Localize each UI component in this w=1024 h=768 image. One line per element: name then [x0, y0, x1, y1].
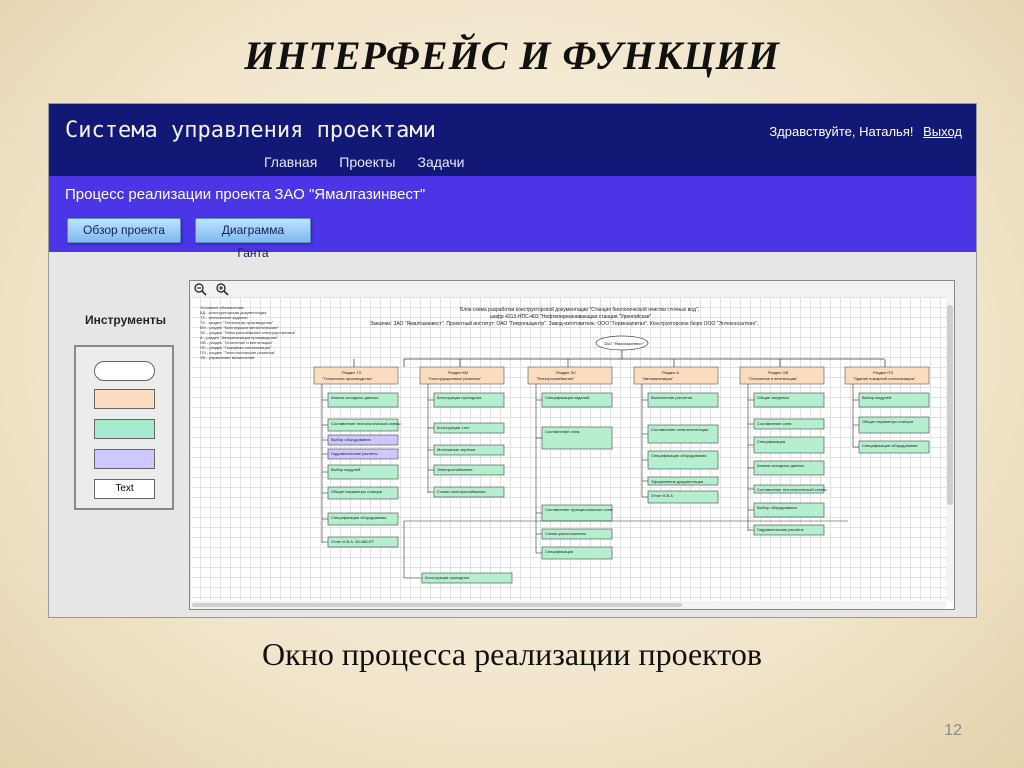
process-node-label: Отчет К.В.А. 06-086-ЕТ: [331, 539, 375, 544]
logout-link[interactable]: Выход: [923, 124, 962, 139]
process-node-label: Выбор модулей: [331, 467, 360, 472]
top-node-label: ЗАО "Ямалгазинвест": [604, 341, 645, 346]
vertical-scrollbar[interactable]: [946, 297, 954, 601]
user-greeting-area: Здравствуйте, Наталья! Выход: [769, 124, 962, 139]
tool-section-shape[interactable]: [94, 389, 155, 409]
slide-title: ИНТЕРФЕЙС И ФУНКЦИИ: [244, 33, 780, 78]
process-node-label: Спецификация: [545, 549, 573, 554]
app-window: Система управления проектами Здравствуйт…: [48, 103, 977, 618]
process-node-label: Электроснабжение: [437, 467, 473, 472]
process-node-label: Конструкции проходных: [437, 395, 481, 400]
process-node-label: Конструкции стен: [437, 425, 470, 430]
diagram-canvas[interactable]: Условные обозначения: КД - конструкторска…: [189, 280, 955, 610]
gantt-chart-button[interactable]: Диаграмма Ганта: [195, 218, 311, 260]
nav-item-tasks[interactable]: Задачи: [417, 154, 464, 170]
zoom-toolbar: [190, 281, 954, 297]
process-node-label: Составление функциональных схем: [545, 507, 613, 512]
process-node-label: Выполнение расчетов: [651, 395, 692, 400]
process-node-label: Составление схем вентиляции: [651, 427, 708, 432]
process-node-label: Выбор модулей: [862, 395, 891, 400]
section-node-subtitle: "Конструкционные решения": [428, 376, 482, 381]
app-title: Система управления проектами: [65, 118, 436, 143]
greeting-text: Здравствуйте, Наталья!: [769, 124, 914, 139]
nav-item-projects[interactable]: Проекты: [339, 154, 395, 170]
process-node-label: Оформление документации: [651, 479, 703, 484]
tool-subprocess-shape[interactable]: [94, 449, 155, 469]
process-node-label: Составление технологической схемы: [757, 487, 827, 492]
section-node-label: Раздел ТХ: [342, 370, 362, 375]
process-node-label: Схемы расположения: [545, 531, 586, 536]
main-nav: Главная Проекты Задачи: [264, 154, 465, 170]
vertical-scroll-thumb[interactable]: [947, 305, 953, 505]
diagram-grid: Условные обозначения: КД - конструкторска…: [190, 297, 946, 601]
tools-palette: Text: [74, 345, 174, 510]
section-node-label: Раздел А: [662, 370, 679, 375]
project-overview-button[interactable]: Обзор проекта: [67, 218, 181, 243]
tools-label: Инструменты: [85, 313, 167, 327]
process-node-label: Составление схем: [757, 421, 792, 426]
section-node-label: Раздел ОВ: [768, 370, 788, 375]
process-node-label: Анализ исходных данных: [757, 463, 804, 468]
process-node-label: Выбор оборудования: [331, 437, 371, 442]
process-node-label: Спецификация: [757, 439, 785, 444]
horizontal-scrollbar[interactable]: [190, 601, 946, 609]
section-node-subtitle: "Автоматизация": [642, 376, 674, 381]
process-node-label: Общие параметры станции: [862, 419, 913, 424]
zoom-in-icon[interactable]: [215, 282, 229, 296]
process-node-label: Конструкции проходных: [425, 575, 469, 580]
app-header: Система управления проектами Здравствуйт…: [49, 104, 976, 176]
process-node-label: Выбор оборудования: [757, 505, 797, 510]
process-node-label: Спецификация оборудования: [862, 443, 917, 448]
process-node-label: Схемы электроснабжения: [437, 489, 486, 494]
section-node-subtitle: "Электроснабжение": [536, 376, 575, 381]
tool-process-shape[interactable]: [94, 419, 155, 439]
zoom-out-icon[interactable]: [193, 282, 207, 296]
process-node-label: Монтажные чертежи: [437, 447, 475, 452]
slide-caption: Окно процесса реализации проектов: [262, 636, 762, 672]
nav-item-home[interactable]: Главная: [264, 154, 317, 170]
process-node-label: Спецификация оборудования: [651, 453, 706, 458]
process-node-label: Гидравлические расчеты: [757, 527, 804, 532]
process-node-label: Анализ исходных данных: [331, 395, 378, 400]
section-node-label: Раздел ПЭ: [873, 370, 893, 375]
flowchart: ЗАО "Ямалгазинвест" Раздел ТХ"Технология …: [313, 335, 930, 584]
process-node-label: Отчет К.В.А: [651, 493, 673, 498]
process-node-label: Спецификация изделий: [545, 395, 589, 400]
process-node-label: Составление схем: [545, 429, 580, 434]
page-number: 12: [944, 722, 962, 739]
tool-text[interactable]: Text: [94, 479, 155, 499]
horizontal-scroll-thumb[interactable]: [192, 603, 682, 607]
process-node-label: Общие сведения: [757, 395, 789, 400]
process-node-label: Общие параметры станции: [331, 489, 382, 494]
process-node-label: Спецификация оборудования: [331, 515, 386, 520]
section-node-subtitle: "Отопление и вентиляция": [748, 376, 798, 381]
process-title: Процесс реализации проекта ЗАО "Ямалгази…: [65, 186, 426, 203]
process-node-label: Составление технологической схемы: [331, 421, 401, 426]
section-node-label: Раздел КМ: [448, 370, 468, 375]
tool-terminator-shape[interactable]: [94, 361, 155, 381]
process-header: Процесс реализации проекта ЗАО "Ямалгази…: [49, 176, 976, 260]
process-node-label: Гидравлические расчеты: [331, 451, 378, 456]
section-node-label: Раздел ЭС: [556, 370, 576, 375]
section-node-subtitle: "Технология производства": [322, 376, 373, 381]
section-node-subtitle: "Здание пожарной сигнализации": [853, 376, 916, 381]
